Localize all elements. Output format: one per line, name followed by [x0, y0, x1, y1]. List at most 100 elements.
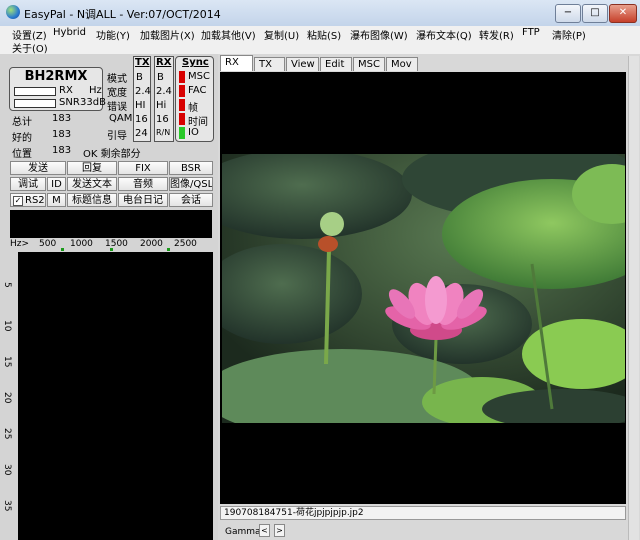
time-tick-15: 15 [2, 356, 12, 368]
rx-label: RX [59, 85, 73, 96]
tab-rx[interactable]: RX [220, 55, 253, 71]
tx-width: 2.4 [135, 86, 151, 97]
menu-ftp[interactable]: FTP [522, 27, 540, 38]
tx-qam: 16 [135, 114, 148, 125]
tab-view[interactable]: View [286, 57, 319, 71]
rx-mode: B [157, 72, 164, 83]
freq-1500: 1500 [105, 239, 128, 249]
freq-1000: 1000 [70, 239, 93, 249]
tx-error: HI [135, 100, 146, 111]
pilot-label: 引导 [107, 131, 127, 142]
station-box: BH2RMX RX Hz SNR 33dB [9, 67, 106, 111]
gamma-increase-button[interactable]: > [274, 524, 285, 537]
menu-bar: 设置(Z) Hybrid 功能(Y) 加载图片(X) 加载其他(V) 复制(U)… [0, 26, 640, 55]
ok-remaining: OK 剩余部分 [83, 149, 141, 160]
frame-indicator [179, 99, 185, 111]
received-filename: 190708184751-荷花jpjpjpjp.jp2 [220, 506, 626, 520]
callsign: BH2RMX [24, 69, 88, 84]
send-button[interactable]: 发送 [10, 161, 66, 175]
rx-level-meter [14, 87, 56, 96]
position-label: 位置 [12, 149, 32, 160]
freq-2000: 2000 [140, 239, 163, 249]
menu-load-other[interactable]: 加载其他(V) [201, 27, 256, 42]
gamma-decrease-button[interactable]: < [259, 524, 270, 537]
tx-column: TX B 2.4 HI 16 24 [133, 56, 151, 142]
menu-clear[interactable]: 清除(P) [552, 27, 586, 42]
time-tick-25: 25 [2, 428, 12, 440]
marker-left [61, 248, 64, 251]
tx-head: TX [135, 57, 150, 68]
menu-about[interactable]: 关于(O) [12, 40, 48, 55]
time-label: 时间 [188, 117, 208, 128]
time-tick-20: 20 [2, 392, 12, 404]
menu-paste[interactable]: 粘贴(S) [307, 27, 341, 42]
window-title: EasyPal - N调ALL - Ver:07/OCT/2014 [24, 8, 221, 21]
rs2-label: RS2 [25, 195, 45, 206]
chat-button[interactable]: 会话 [169, 193, 213, 207]
close-button[interactable]: ✕ [609, 4, 637, 23]
menu-hybrid[interactable]: Hybrid [53, 27, 86, 38]
menu-waterfall-image[interactable]: 瀑布图像(W) [350, 27, 408, 42]
menu-load-picture[interactable]: 加载图片(X) [140, 27, 195, 42]
station-log-button[interactable]: 电台日记 [118, 193, 168, 207]
qam-label: QAM [109, 113, 133, 124]
freq-2500: 2500 [174, 239, 197, 249]
tab-edit[interactable]: Edit [320, 57, 352, 71]
total-label: 总计 [12, 117, 32, 128]
tab-msc[interactable]: MSC [353, 57, 385, 71]
time-indicator [179, 113, 185, 125]
hz-axis-label: Hz> [10, 239, 30, 249]
error-label: 错误 [107, 102, 127, 113]
header-info-button[interactable]: 标题信息 [67, 193, 117, 207]
fix-button[interactable]: FIX [118, 161, 168, 175]
time-tick-5: 5 [2, 282, 12, 288]
waterfall-display[interactable] [18, 252, 213, 540]
rx-column: RX B 2.4 Hi 16 R/N [154, 56, 174, 142]
received-lotus-image [222, 154, 625, 423]
sync-panel: Sync MSC FAC 帧 时间 IO [175, 56, 214, 142]
mode-label: 模式 [107, 74, 127, 85]
spectrum-display[interactable] [10, 210, 212, 238]
vertical-scrollbar[interactable] [628, 56, 639, 540]
app-globe-icon [6, 5, 20, 19]
rs2-check-icon: ✓ [13, 196, 23, 206]
menu-forward[interactable]: 转发(R) [479, 27, 514, 42]
rx-rn: R/N [156, 128, 171, 137]
id-button[interactable]: ID [47, 177, 66, 191]
bsr-button[interactable]: BSR [169, 161, 213, 175]
rx-qam: 16 [156, 114, 169, 125]
position-value: 183 [52, 145, 72, 156]
fac-label: FAC [188, 85, 207, 96]
debug-button[interactable]: 调试 [10, 177, 46, 191]
snr-label: SNR [59, 97, 80, 108]
audio-button[interactable]: 音频 [118, 177, 168, 191]
send-text-button[interactable]: 发送文本 [67, 177, 117, 191]
frame-label: 帧 [188, 103, 198, 114]
menu-waterfall-text[interactable]: 瀑布文本(Q) [416, 27, 472, 42]
menu-functions[interactable]: 功能(Y) [96, 27, 130, 42]
tab-tx[interactable]: TX [254, 57, 285, 71]
maximize-button[interactable]: □ [582, 4, 608, 23]
menu-copy[interactable]: 复制(U) [264, 27, 299, 42]
rx-width: 2.4 [156, 86, 172, 97]
rs2-checkbox[interactable]: ✓ RS2 [10, 193, 46, 207]
m-button[interactable]: M [47, 193, 66, 207]
lotus-photo-icon [222, 154, 625, 423]
minimize-button[interactable]: − [555, 4, 581, 23]
hz-label: Hz [89, 85, 102, 96]
tx-mode: B [136, 72, 143, 83]
snr-value: 33dB [80, 97, 106, 108]
marker-right [167, 248, 170, 251]
good-value: 183 [52, 129, 72, 140]
reply-button[interactable]: 回复 [67, 161, 117, 175]
rx-head: RX [156, 57, 172, 68]
image-qsl-button[interactable]: 图像/QSL [169, 177, 213, 191]
msc-label: MSC [188, 71, 210, 82]
sync-head: Sync [182, 57, 209, 68]
marker-center [110, 248, 113, 251]
io-label: IO [188, 127, 199, 138]
frequency-axis: Hz> 500 1000 1500 2000 2500 [10, 238, 215, 252]
msc-indicator [179, 71, 185, 83]
tab-mov[interactable]: Mov [386, 57, 418, 71]
gamma-label: Gamma [225, 527, 261, 537]
